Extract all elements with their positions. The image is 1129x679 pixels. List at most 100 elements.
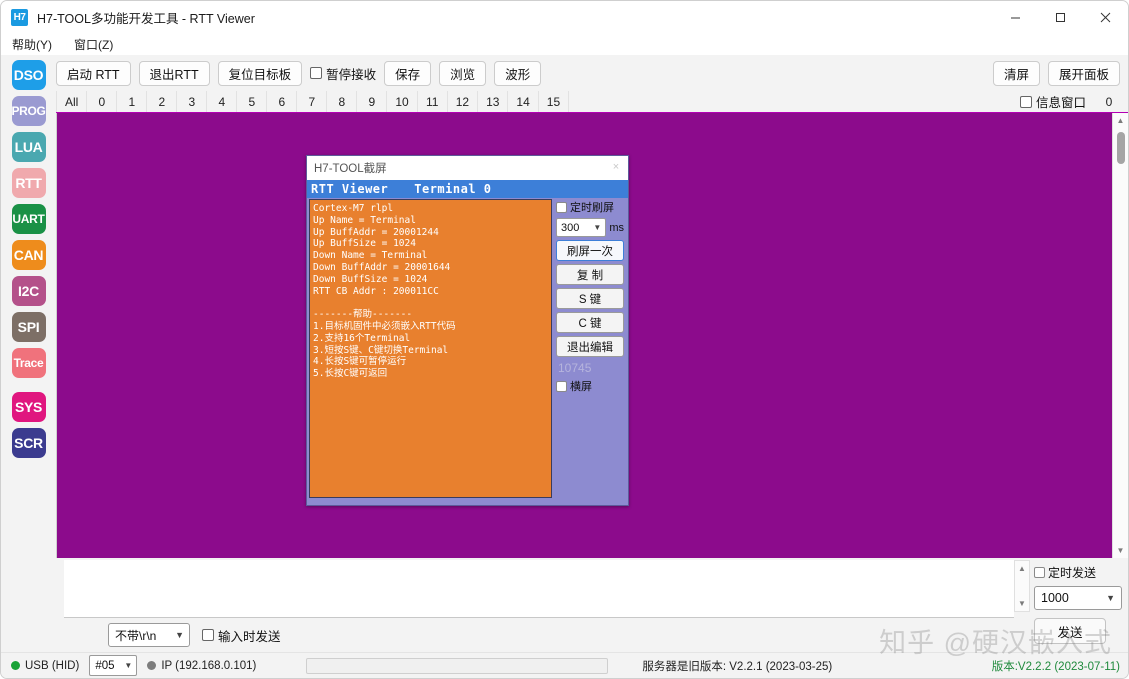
- checkbox-box-icon: [1034, 567, 1045, 578]
- c-key-button[interactable]: C 键: [556, 312, 624, 333]
- maximize-icon[interactable]: [1038, 1, 1083, 33]
- sidebar-item-scr[interactable]: SCR: [11, 428, 46, 458]
- refresh-once-button[interactable]: 刷屏一次: [556, 240, 624, 261]
- checkbox-box-icon: [310, 67, 323, 79]
- send-area: ▲ ▼ 定时发送 1000 ▼: [56, 558, 1128, 618]
- chevron-down-icon: ▼: [124, 661, 133, 670]
- menu-item-window[interactable]: 窗口(Z): [71, 35, 116, 54]
- frame-counter: 10745: [558, 361, 592, 375]
- landscape-checkbox[interactable]: 横屏: [556, 378, 624, 394]
- send-input[interactable]: [64, 560, 1014, 618]
- tab-9[interactable]: 9: [357, 91, 388, 112]
- expand-panel-button[interactable]: 展开面板: [1047, 60, 1120, 86]
- tab-5[interactable]: 5: [237, 91, 268, 112]
- tab-8[interactable]: 8: [327, 91, 358, 112]
- tab-0[interactable]: 0: [87, 91, 118, 112]
- tab-2[interactable]: 2: [147, 91, 178, 112]
- close-icon[interactable]: [1083, 1, 1128, 33]
- server-version-label: 服务器是旧版本: V2.2.1 (2023-03-25): [642, 660, 833, 673]
- scroll-up-icon[interactable]: ▲: [1014, 561, 1030, 576]
- tab-3[interactable]: 3: [177, 91, 208, 112]
- tab-12[interactable]: 12: [447, 91, 479, 112]
- scroll-down-icon[interactable]: ▼: [1014, 596, 1030, 611]
- waveform-button[interactable]: 波形: [494, 60, 542, 86]
- menu-item-help[interactable]: 帮助(Y): [9, 35, 55, 54]
- tab-10[interactable]: 10: [387, 91, 418, 112]
- checkbox-box-icon: [556, 201, 567, 213]
- pause-recv-checkbox[interactable]: 暂停接收: [310, 64, 376, 83]
- exit-rtt-button[interactable]: 退出RTT: [138, 60, 210, 86]
- timed-interval-value: 1000: [1041, 591, 1069, 605]
- rtt-display-stage[interactable]: H7-TOOL截屏 × RTT Viewer Terminal 0 Cortex…: [56, 113, 1112, 558]
- reset-target-button[interactable]: 复位目标板: [217, 60, 303, 86]
- sidebar-item-prog[interactable]: PROG: [11, 96, 46, 126]
- refresh-interval-select[interactable]: 300 ▼: [556, 218, 607, 237]
- checkbox-box-icon: [556, 380, 567, 392]
- tab-strip-right: 信息窗口 0: [1019, 91, 1128, 112]
- timer-refresh-checkbox[interactable]: 定时刷屏: [556, 199, 624, 215]
- clear-screen-button[interactable]: 清屏: [992, 60, 1040, 86]
- info-window-label: 信息窗口: [1035, 96, 1086, 110]
- screenshot-close-icon[interactable]: ×: [606, 158, 626, 176]
- scroll-up-icon[interactable]: ▲: [1113, 113, 1129, 128]
- tab-all[interactable]: All: [56, 91, 88, 112]
- exit-edit-button[interactable]: 退出编辑: [556, 336, 624, 357]
- tab-4[interactable]: 4: [207, 91, 238, 112]
- crlf-value: 不带\r\n: [115, 628, 157, 643]
- status-progress-bar: [306, 657, 609, 674]
- sidebar-item-dso[interactable]: DSO: [11, 60, 46, 90]
- tab-11[interactable]: 11: [417, 91, 448, 112]
- screenshot-window[interactable]: H7-TOOL截屏 × RTT Viewer Terminal 0 Cortex…: [306, 155, 629, 506]
- screenshot-body: Cortex-M7 rlpl Up Name = Terminal Up Buf…: [307, 198, 628, 505]
- send-input-scrollbar[interactable]: ▲ ▼: [1014, 560, 1030, 612]
- sidebar-item-trace[interactable]: Trace: [11, 348, 46, 378]
- terminal-tab-strip: All 0 1 2 3 4 5 6 7 8 9 10 11 12 13 14 1…: [56, 91, 1128, 113]
- tab-15[interactable]: 15: [538, 91, 570, 112]
- scroll-thumb[interactable]: [1116, 132, 1125, 164]
- screenshot-title-bar: H7-TOOL截屏 ×: [307, 156, 628, 180]
- send-input-wrap: [56, 558, 1014, 618]
- send-on-input-checkbox[interactable]: 输入时发送: [202, 626, 281, 645]
- copy-button[interactable]: 复 制: [556, 264, 624, 285]
- sidebar-item-can[interactable]: CAN: [11, 240, 46, 270]
- sidebar-item-i2c[interactable]: I2C: [11, 276, 46, 306]
- ip-status: IP (192.168.0.101): [147, 660, 256, 672]
- crlf-select[interactable]: 不带\r\n ▼: [108, 623, 190, 647]
- ip-status-label: IP (192.168.0.101): [161, 659, 257, 672]
- main-area: 启动 RTT 退出RTT 复位目标板 暂停接收 保存 浏览 波形 清屏 展开面板…: [56, 55, 1128, 652]
- sidebar-item-sys[interactable]: SYS: [11, 392, 46, 422]
- save-button[interactable]: 保存: [384, 60, 432, 86]
- browse-button[interactable]: 浏览: [439, 60, 487, 86]
- tab-1[interactable]: 1: [117, 91, 148, 112]
- scroll-track[interactable]: [1113, 128, 1129, 543]
- sidebar-item-uart[interactable]: UART: [11, 204, 46, 234]
- s-key-button[interactable]: S 键: [556, 288, 624, 309]
- chevron-down-icon: ▼: [1106, 593, 1115, 603]
- tab-14[interactable]: 14: [508, 91, 539, 112]
- sidebar-item-rtt[interactable]: RTT: [11, 168, 46, 198]
- chevron-down-icon: ▼: [593, 223, 602, 232]
- device-select[interactable]: #05 ▼: [89, 655, 138, 676]
- status-bar: USB (HID) #05 ▼ IP (192.168.0.101) 服务器是旧…: [1, 652, 1128, 678]
- sidebar-item-lua[interactable]: LUA: [11, 132, 46, 162]
- rtt-viewer-label: RTT Viewer: [311, 182, 389, 196]
- usb-status-label: USB (HID): [25, 659, 80, 672]
- timed-send-checkbox[interactable]: 定时发送: [1034, 564, 1122, 581]
- minimize-icon[interactable]: [993, 1, 1038, 33]
- checkbox-box-icon: [202, 629, 214, 641]
- start-rtt-button[interactable]: 启动 RTT: [56, 60, 131, 86]
- tab-13[interactable]: 13: [478, 91, 509, 112]
- stage-vertical-scrollbar[interactable]: ▲ ▼: [1112, 113, 1128, 558]
- usb-status: USB (HID): [11, 660, 79, 672]
- scroll-down-icon[interactable]: ▼: [1113, 543, 1129, 558]
- sidebar-item-spi[interactable]: SPI: [11, 312, 46, 342]
- timed-interval-select[interactable]: 1000 ▼: [1034, 586, 1122, 610]
- send-button[interactable]: 发送: [1034, 618, 1106, 644]
- pause-recv-label: 暂停接收: [326, 67, 377, 82]
- tab-7[interactable]: 7: [297, 91, 328, 112]
- title-bar: H7 H7-TOOL多功能开发工具 - RTT Viewer: [1, 1, 1128, 33]
- send-on-input-label: 输入时发送: [218, 629, 281, 644]
- tab-6[interactable]: 6: [267, 91, 298, 112]
- refresh-interval-value: 300: [561, 221, 580, 234]
- info-window-checkbox[interactable]: 信息窗口: [1019, 92, 1086, 111]
